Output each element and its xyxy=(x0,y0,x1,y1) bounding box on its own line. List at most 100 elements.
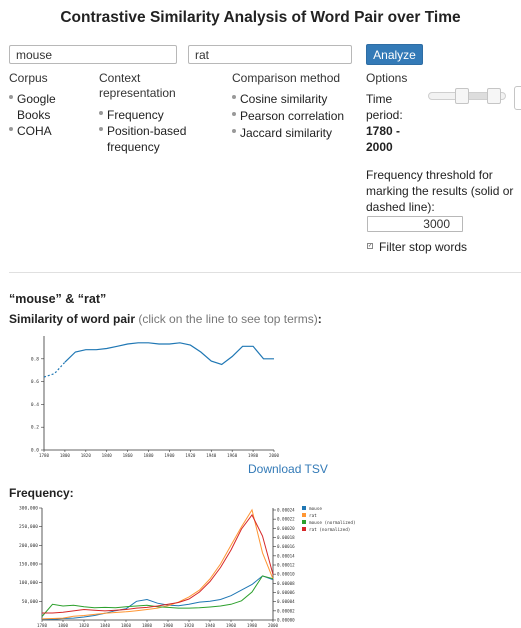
x-tick-label: 2000 xyxy=(269,453,280,458)
series-line-rat xyxy=(41,508,274,620)
x-tick-label: 1800 xyxy=(60,453,71,458)
x-tick-label: 1860 xyxy=(123,453,134,458)
x-tick-label: 1780 xyxy=(39,453,50,458)
comparison-option-cosine[interactable]: Cosine similarity xyxy=(232,91,327,107)
x-tick-label: 2000 xyxy=(268,623,279,628)
x-tick-label: 1880 xyxy=(143,453,154,458)
comparison-option-jaccard[interactable]: Jaccard similarity xyxy=(232,125,332,141)
left-y-tick-label: 50,000 xyxy=(22,599,39,605)
legend-label: mouse (normalized) xyxy=(309,520,356,526)
x-tick-label: 1960 xyxy=(226,623,237,628)
threshold-label: Frequency threshold for marking the resu… xyxy=(366,168,514,214)
frequency-heading: Frequency: xyxy=(9,486,74,500)
left-y-tick-label: 250,000 xyxy=(19,524,38,530)
filter-label: Filter stop words xyxy=(379,240,468,254)
left-y-tick-label: 300,000 xyxy=(19,506,38,512)
radio-icon xyxy=(9,127,13,131)
legend-swatch xyxy=(302,513,306,517)
corpus-option-label: COHA xyxy=(17,124,52,138)
corpus-heading: Corpus xyxy=(9,71,48,85)
x-tick-label: 1940 xyxy=(206,453,217,458)
legend-label: rat xyxy=(309,513,317,519)
x-tick-label: 1840 xyxy=(100,623,111,628)
x-tick-label: 1860 xyxy=(121,623,132,628)
series-line-mouse xyxy=(41,575,274,620)
context-option-label: Frequency xyxy=(107,108,164,122)
x-tick-label: 1980 xyxy=(247,623,258,628)
x-tick-label: 1820 xyxy=(79,623,90,628)
radio-icon xyxy=(99,127,103,131)
x-tick-label: 1820 xyxy=(81,453,92,458)
comparison-option-pearson[interactable]: Pearson correlation xyxy=(232,108,344,124)
legend-swatch xyxy=(302,506,306,510)
time-period-value: 1780 - 2000 xyxy=(366,124,401,154)
comparison-option-label: Jaccard similarity xyxy=(240,126,333,140)
radio-icon xyxy=(99,111,103,115)
context-option-frequency[interactable]: Frequency xyxy=(99,107,164,123)
legend-label: rat (normalized) xyxy=(309,527,350,533)
legend-swatch xyxy=(302,520,306,524)
right-y-tick-label: 0.00000 xyxy=(277,618,295,623)
slider-handle-end[interactable] xyxy=(487,88,501,104)
similarity-heading: Similarity of word pair (click on the li… xyxy=(9,312,322,326)
radio-selected-icon xyxy=(9,95,13,99)
x-tick-label: 1780 xyxy=(37,623,48,628)
corpus-option-google-books[interactable]: Google Books xyxy=(9,91,89,123)
time-period-slider[interactable] xyxy=(428,88,506,104)
filter-checkbox[interactable]: ✓ xyxy=(367,243,373,249)
left-y-tick-label: 200,000 xyxy=(19,543,38,549)
comparison-option-label: Pearson correlation xyxy=(240,109,345,123)
frequency-chart: 50,000 100,000 150,000 200,000 250,000 300,00… xyxy=(19,506,356,628)
time-period-label: Time period: xyxy=(366,92,403,122)
x-tick-label: 1900 xyxy=(163,623,174,628)
right-y-tick-label: 0.00008 xyxy=(277,581,295,586)
radio-icon xyxy=(232,112,236,116)
threshold-input[interactable] xyxy=(367,216,463,232)
comparison-option-label: Cosine similarity xyxy=(240,92,328,106)
similarity-hint: (click on the line to see top terms) xyxy=(138,312,318,326)
left-y-tick-label: 150,000 xyxy=(19,562,38,568)
radio-icon xyxy=(232,129,236,133)
corpus-option-coha[interactable]: COHA xyxy=(9,123,52,139)
right-y-tick-label: 0.00022 xyxy=(277,517,295,522)
right-y-tick-label: 0.00024 xyxy=(277,508,295,513)
similarity-line xyxy=(64,342,274,366)
section-divider xyxy=(9,272,521,273)
x-tick-label: 1980 xyxy=(248,453,259,458)
x-tick-label: 1940 xyxy=(205,623,216,628)
legend-label: mouse xyxy=(309,507,322,512)
right-y-tick-label: 0.00006 xyxy=(277,590,295,595)
analyze-button[interactable]: Analyze xyxy=(366,44,423,65)
x-tick-label: 1800 xyxy=(58,623,69,628)
scroll-edge-control[interactable] xyxy=(514,86,521,110)
series-line-rat-norm xyxy=(42,514,274,614)
right-y-tick-label: 0.00020 xyxy=(277,526,295,531)
right-y-tick-label: 0.00014 xyxy=(277,553,295,558)
x-tick-label: 1920 xyxy=(185,453,196,458)
y-tick-label: 0.2 xyxy=(31,425,39,431)
pair-title: “mouse” & “rat” xyxy=(9,292,107,306)
slider-handle-start[interactable] xyxy=(455,88,469,104)
right-y-tick-label: 0.00002 xyxy=(277,608,295,613)
x-tick-label: 1920 xyxy=(184,623,195,628)
comparison-heading: Comparison method xyxy=(232,71,341,85)
page-title: Contrastive Similarity Analysis of Word … xyxy=(60,9,461,26)
options-heading: Options xyxy=(366,71,408,85)
x-tick-label: 1880 xyxy=(142,623,153,628)
word1-input[interactable] xyxy=(9,45,177,64)
x-tick-label: 1900 xyxy=(164,453,175,458)
similarity-line-dashed xyxy=(43,361,66,378)
context-option-label: Position-based frequency xyxy=(107,124,187,154)
similarity-label: Similarity of word pair xyxy=(9,312,136,326)
similarity-chart[interactable]: 0.00.20.40.60.81780 1800 1820 1840 1860 1880 1… xyxy=(26,330,286,458)
left-y-tick-label: 100,000 xyxy=(19,580,38,586)
word2-input[interactable] xyxy=(188,45,352,64)
y-tick-label: 0.6 xyxy=(31,379,39,385)
right-y-tick-label: 0.00016 xyxy=(277,544,295,549)
right-y-tick-label: 0.00018 xyxy=(277,535,295,540)
context-option-position-based[interactable]: Position-based frequency xyxy=(99,123,209,155)
corpus-option-label: Google Books xyxy=(17,92,56,122)
right-y-tick-label: 0.00010 xyxy=(277,572,295,577)
download-tsv-link[interactable]: Download TSV xyxy=(248,462,328,476)
legend-swatch xyxy=(302,527,306,531)
